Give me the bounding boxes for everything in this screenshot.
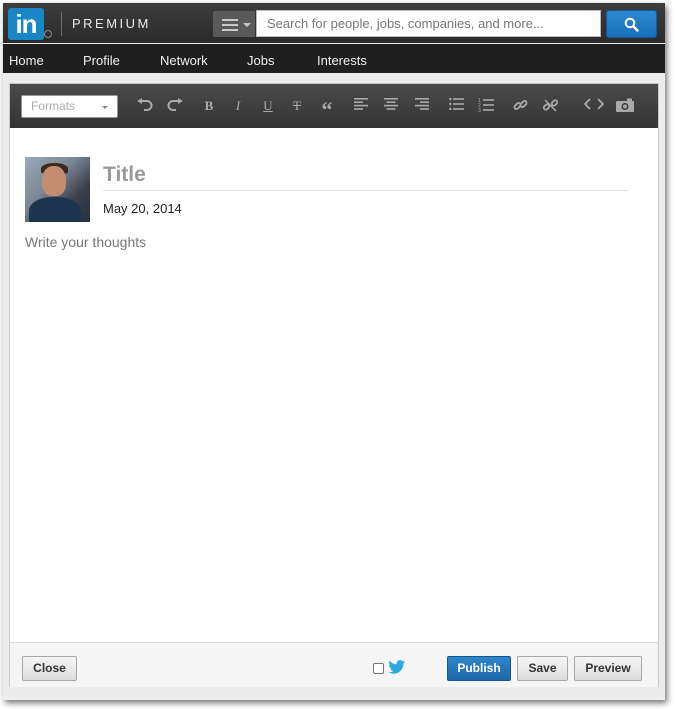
italic-icon: I [235, 98, 241, 113]
code-button[interactable] [584, 96, 604, 116]
nav-item-profile[interactable]: Profile [83, 44, 120, 73]
bold-icon: B [204, 98, 214, 113]
bullet-list-icon [448, 98, 464, 110]
camera-icon [616, 98, 634, 112]
preview-button[interactable]: Preview [574, 656, 642, 681]
post-title-input[interactable] [103, 159, 628, 191]
italic-button[interactable]: I [228, 96, 248, 116]
search-type-dropdown[interactable] [213, 11, 255, 37]
unlink-icon [542, 99, 558, 112]
registered-mark-icon [44, 30, 52, 38]
chevron-down-icon [243, 23, 251, 27]
bullet-list-button[interactable] [446, 96, 466, 116]
save-button[interactable]: Save [517, 656, 568, 681]
twitter-icon [388, 660, 406, 674]
blockquote-icon: “ [321, 97, 333, 122]
share-twitter-checkbox[interactable] [373, 663, 384, 674]
editor-footer: Close Publish Save Preview [10, 642, 658, 687]
insert-image-button[interactable] [615, 96, 635, 116]
strikethrough-button[interactable]: T [287, 96, 307, 116]
logo-divider [61, 12, 62, 36]
search-button[interactable] [606, 10, 657, 38]
close-button[interactable]: Close [22, 656, 77, 681]
main-nav: Home Profile Network Jobs Interests [3, 44, 665, 73]
blockquote-button[interactable]: “ [317, 96, 337, 122]
nav-item-network[interactable]: Network [160, 44, 208, 73]
undo-icon [136, 98, 152, 111]
post-body-editor[interactable]: Write your thoughts [25, 234, 640, 254]
author-avatar [25, 157, 90, 222]
editor-toolbar: Formats B I U T “ 1 2 3 [10, 84, 658, 128]
nav-item-home[interactable]: Home [9, 44, 44, 73]
unlink-button[interactable] [540, 96, 560, 116]
bold-button[interactable]: B [199, 96, 219, 116]
align-center-icon [384, 98, 398, 110]
svg-text:3: 3 [478, 108, 481, 112]
numbered-list-icon: 1 2 3 [478, 98, 494, 112]
list-icon [222, 19, 238, 34]
link-button[interactable] [510, 96, 530, 116]
align-right-icon [415, 98, 429, 110]
search-input[interactable] [256, 10, 601, 37]
app-window: in PREMIUM Home Profile Network Jobs Int… [3, 3, 665, 700]
post-date: May 20, 2014 [103, 201, 182, 216]
underline-button[interactable]: U [258, 96, 278, 116]
top-bar: in PREMIUM [3, 3, 665, 43]
undo-button[interactable] [134, 96, 154, 116]
align-left-icon [354, 98, 368, 110]
redo-icon [167, 98, 183, 111]
formats-dropdown[interactable]: Formats [21, 95, 118, 118]
redo-button[interactable] [165, 96, 185, 116]
strikethrough-icon: T [293, 98, 301, 113]
linkedin-logo[interactable]: in [8, 8, 44, 40]
search-icon [624, 17, 639, 32]
publish-button[interactable]: Publish [447, 656, 511, 681]
link-icon [513, 100, 527, 110]
post-editor: Formats B I U T “ 1 2 3 Title May 20, 20… [9, 83, 659, 687]
premium-label: PREMIUM [72, 16, 151, 31]
align-center-button[interactable] [381, 96, 401, 116]
nav-item-jobs[interactable]: Jobs [247, 44, 274, 73]
post-body-placeholder: Write your thoughts [25, 234, 147, 250]
align-right-button[interactable] [412, 96, 432, 116]
underline-icon: U [263, 98, 273, 113]
nav-item-interests[interactable]: Interests [317, 44, 367, 73]
numbered-list-button[interactable]: 1 2 3 [476, 96, 496, 116]
chevron-down-icon [102, 106, 108, 109]
formats-label: Formats [31, 99, 76, 113]
code-icon [584, 98, 604, 110]
align-left-button[interactable] [351, 96, 371, 116]
